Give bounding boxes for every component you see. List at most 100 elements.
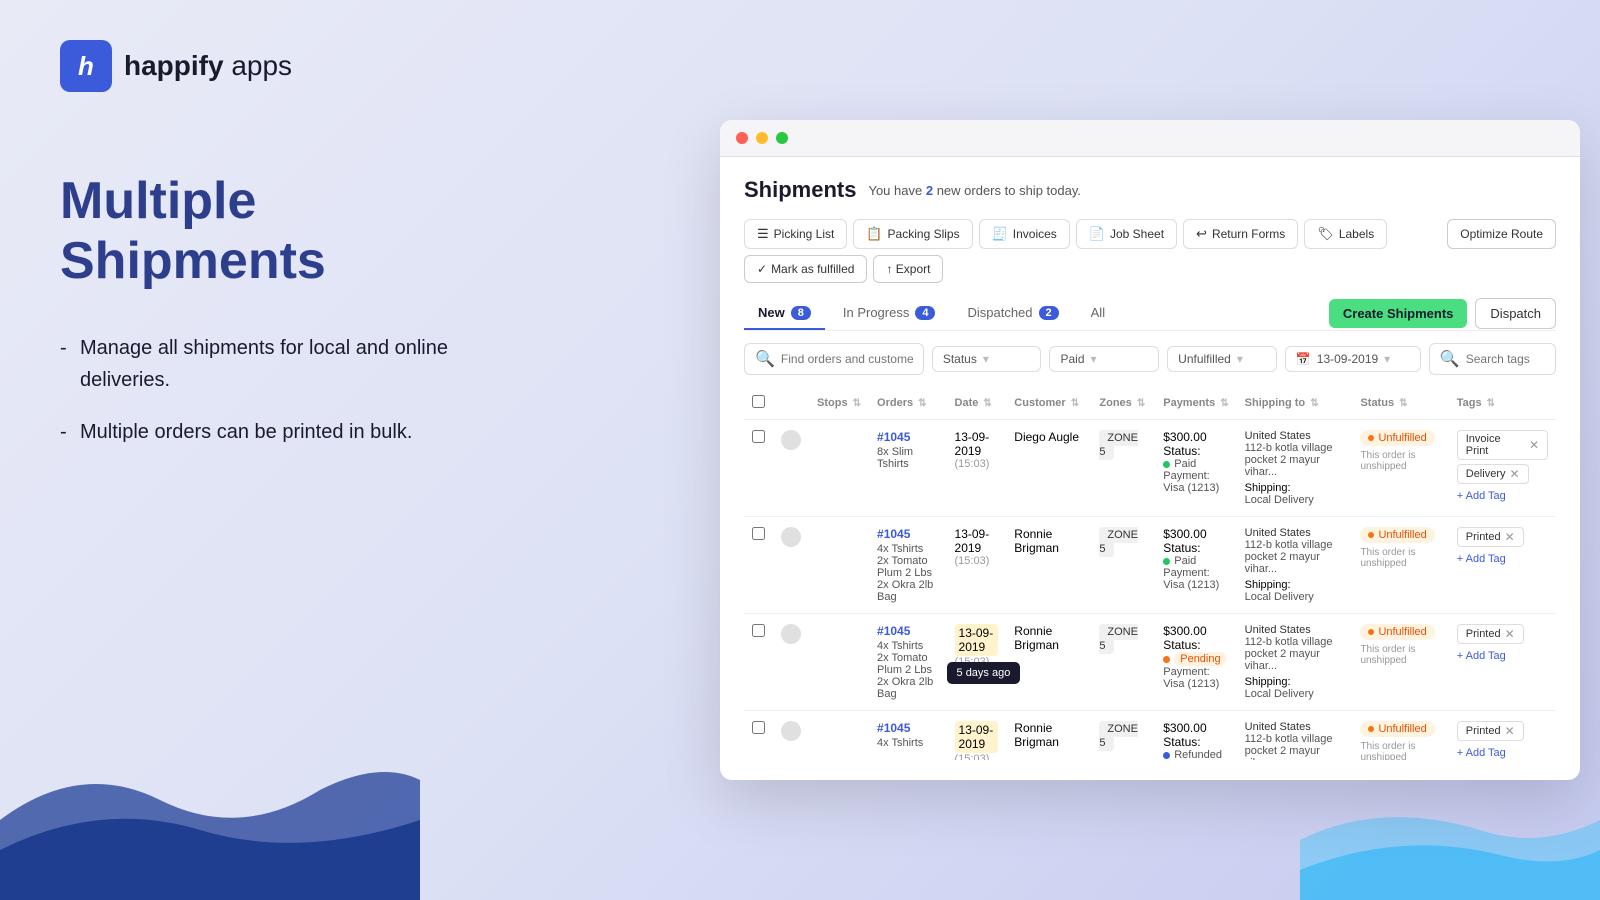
picking-list-label: Picking List (774, 227, 835, 241)
col-orders: Orders ⇅ (869, 387, 947, 420)
table-container: Stops ⇅ Orders ⇅ Date ⇅ Customer ⇅ Zones… (744, 387, 1556, 760)
cell-stops (809, 711, 869, 761)
packing-slips-button[interactable]: 📋 Packing Slips (853, 219, 972, 249)
date-filter[interactable]: 📅 13-09-2019 ▾ (1285, 346, 1421, 372)
tab-dispatched[interactable]: Dispatched 2 (953, 297, 1072, 330)
job-sheet-button[interactable]: 📄 Job Sheet (1076, 219, 1177, 249)
mark-fulfilled-button[interactable]: ✓ Mark as fulfilled (744, 255, 867, 283)
col-zones: Zones ⇅ (1091, 387, 1155, 420)
return-forms-label: Return Forms (1212, 227, 1285, 241)
tab-dispatched-label: Dispatched (967, 305, 1032, 320)
col-status: Status ⇅ (1352, 387, 1448, 420)
paid-filter-label: Paid (1060, 352, 1084, 366)
add-tag-link[interactable]: + Add Tag (1457, 553, 1548, 565)
optimize-route-label: Optimize Route (1460, 227, 1543, 241)
order-items: 4x Tshirts2x Tomato Plum 2 Lbs2x Okra 2l… (877, 640, 939, 700)
window-close-btn[interactable] (736, 132, 748, 144)
select-all-checkbox[interactable] (752, 395, 765, 408)
export-button[interactable]: ↑ Export (873, 255, 943, 283)
feature-item: Manage all shipments for local and onlin… (60, 332, 450, 396)
search-input[interactable] (781, 352, 913, 366)
row-indicator (781, 721, 801, 741)
cell-customer: Ronnie Brigman (1006, 517, 1091, 614)
search-box[interactable]: 🔍 (744, 343, 924, 375)
refunded-label: Refunded (1174, 749, 1222, 760)
app-title-area: Shipments You have 2 new orders to ship … (744, 177, 1081, 203)
order-link[interactable]: #1045 (877, 430, 939, 444)
zone-badge: ZONE 5 (1099, 624, 1138, 654)
tab-all[interactable]: All (1077, 297, 1119, 330)
search-tags-input[interactable] (1466, 352, 1545, 366)
app-header: Shipments You have 2 new orders to ship … (744, 177, 1556, 203)
create-shipments-button[interactable]: Create Shipments (1329, 299, 1468, 328)
tag-close-icon[interactable]: ✕ (1505, 627, 1515, 641)
picking-list-button[interactable]: ☰ Picking List (744, 219, 847, 249)
unfulfilled-filter[interactable]: Unfulfilled ▾ (1167, 346, 1277, 372)
badge-suffix: new orders to ship today. (937, 183, 1081, 198)
unshipped-note: This order is unshipped (1360, 547, 1440, 569)
badge-count: 2 (926, 183, 933, 198)
tab-new[interactable]: New 8 (744, 297, 825, 330)
col-customer: Customer ⇅ (1006, 387, 1091, 420)
order-link[interactable]: #1045 (877, 721, 939, 735)
status-badge: Unfulfilled (1360, 721, 1434, 737)
tag-close-icon[interactable]: ✕ (1529, 438, 1539, 452)
tab-in-progress-badge: 4 (915, 306, 935, 320)
row-checkbox[interactable] (752, 527, 765, 540)
cell-tags: Printed ✕ + Add Tag (1449, 711, 1556, 761)
add-tag-link[interactable]: + Add Tag (1457, 490, 1548, 502)
features-list: Manage all shipments for local and onlin… (60, 332, 450, 468)
packing-slips-label: Packing Slips (888, 227, 960, 241)
window-min-btn[interactable] (756, 132, 768, 144)
labels-label: Labels (1339, 227, 1374, 241)
status-filter[interactable]: Status ▾ (932, 346, 1042, 372)
tag-close-icon[interactable]: ✕ (1509, 467, 1519, 481)
window-chrome (720, 120, 1580, 157)
return-forms-icon: ↩ (1196, 226, 1207, 242)
tag-close-icon[interactable]: ✕ (1505, 724, 1515, 738)
cell-payments: $300.00 Status: Pending Payment: Visa (1… (1155, 614, 1236, 711)
invoices-button[interactable]: 🧾 Invoices (979, 219, 1070, 249)
row-checkbox[interactable] (752, 430, 765, 443)
calendar-icon: 📅 (1296, 352, 1311, 366)
search-tags-box[interactable]: 🔍 (1429, 343, 1556, 375)
tabs-bar: New 8 In Progress 4 Dispatched 2 All Cre… (744, 297, 1556, 331)
labels-button[interactable]: 🏷 Labels (1304, 219, 1387, 249)
return-forms-button[interactable]: ↩ Return Forms (1183, 219, 1298, 249)
row-checkbox[interactable] (752, 721, 765, 734)
dispatch-button[interactable]: Dispatch (1475, 298, 1556, 329)
search-tags-icon: 🔍 (1440, 349, 1460, 369)
add-tag-link[interactable]: + Add Tag (1457, 747, 1548, 759)
col-stops: Stops ⇅ (809, 387, 869, 420)
tab-in-progress-label: In Progress (843, 305, 909, 320)
row-indicator (781, 624, 801, 644)
add-tag-link[interactable]: + Add Tag (1457, 650, 1548, 662)
tab-new-label: New (758, 305, 785, 320)
window-max-btn[interactable] (776, 132, 788, 144)
col-shipping-to: Shipping to ⇅ (1237, 387, 1353, 420)
optimize-route-button[interactable]: Optimize Route (1447, 219, 1556, 249)
order-link[interactable]: #1045 (877, 527, 939, 541)
table-row: #1045 4x Tshirts2x Tomato Plum 2 Lbs2x O… (744, 517, 1556, 614)
cell-status: Unfulfilled This order is unshipped (1352, 517, 1448, 614)
order-link[interactable]: #1045 (877, 624, 939, 638)
cell-orders: #1045 8x Slim Tshirts (869, 420, 947, 517)
row-indicator (781, 430, 801, 450)
chevron-down-icon: ▾ (1384, 352, 1390, 366)
job-sheet-icon: 📄 (1089, 226, 1105, 242)
row-checkbox[interactable] (752, 624, 765, 637)
order-items: 4x Tshirts (877, 737, 939, 749)
status-dot (1368, 435, 1374, 441)
paid-filter[interactable]: Paid ▾ (1049, 346, 1159, 372)
cell-payments: $300.00 Status: Paid Payment: Visa (1213… (1155, 420, 1236, 517)
status-badge: Unfulfilled (1360, 527, 1434, 543)
tag-close-icon[interactable]: ✕ (1505, 530, 1515, 544)
check-icon: ✓ (757, 262, 767, 276)
unshipped-note: This order is unshipped (1360, 450, 1440, 472)
wave-decoration (0, 740, 420, 900)
feature-item: Multiple orders can be printed in bulk. (60, 416, 450, 448)
cell-stops (809, 420, 869, 517)
cell-status: Unfulfilled This order is unshipped (1352, 614, 1448, 711)
tab-new-badge: 8 (791, 306, 811, 320)
tab-in-progress[interactable]: In Progress 4 (829, 297, 950, 330)
